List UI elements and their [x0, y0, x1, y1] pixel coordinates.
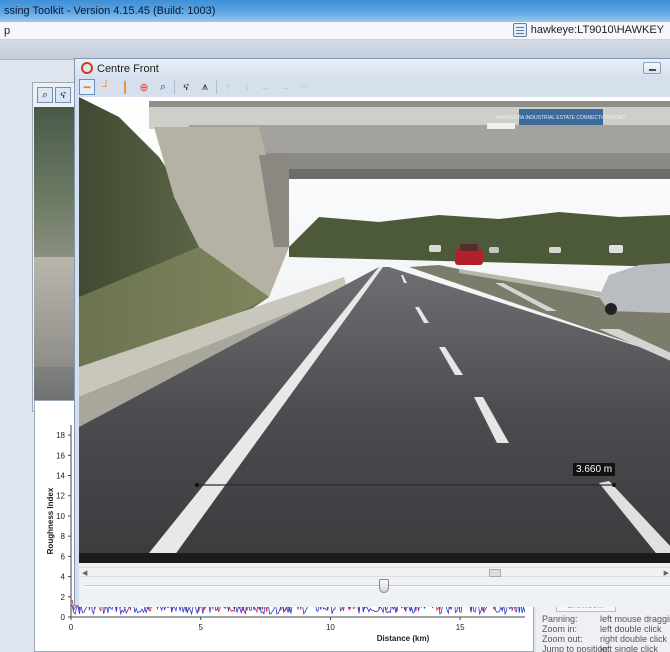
window-title: Centre Front	[97, 63, 159, 75]
road-icon[interactable]: ና	[178, 79, 194, 95]
scroll-left-icon[interactable]: ◀	[82, 569, 87, 577]
arrow-up-icon[interactable]: ↑	[220, 79, 236, 95]
arrow-down-icon[interactable]: ↓	[239, 79, 255, 95]
y-tick-label: 2	[61, 593, 66, 602]
measurement-label: 3.660 m	[573, 463, 616, 476]
app-titlebar: ssing Toolkit - Version 4.15.45 (Build: …	[0, 0, 670, 22]
arrow-left-icon[interactable]: ←	[258, 79, 274, 95]
y-tick-label: 18	[56, 431, 65, 440]
link-icon[interactable]: ⇔	[296, 79, 312, 95]
app-title: ssing Toolkit - Version 4.15.45 (Build: …	[4, 5, 216, 17]
y-tick-label: 0	[61, 613, 66, 622]
road-scene: NARANGBA INDUSTRIAL ESTATE CONNECTION RO…	[79, 97, 670, 563]
connection-label: hawkeye:LT9010\HAWKEY	[530, 24, 664, 36]
menu-help[interactable]: p	[4, 25, 10, 37]
road-sign-text: NARANGBA INDUSTRIAL ESTATE CONNECTION RO…	[496, 115, 626, 121]
zoom-icon[interactable]: ⌕	[37, 87, 53, 103]
help-row: Zoom out: right double click	[542, 634, 668, 644]
y-tick-label: 10	[56, 512, 65, 521]
horizontal-measure-icon[interactable]: ━	[79, 79, 95, 95]
slider-track[interactable]	[85, 585, 670, 587]
horizontal-scrollbar[interactable]: ◀ ▶	[79, 567, 670, 577]
y-tick-label: 12	[56, 492, 65, 501]
slider-knob[interactable]	[378, 579, 389, 593]
measure-toolbar: ━ ┘ ┃ ⊕ ⌕ ና ⩚ ↑ ↓ ← → ⇔	[79, 78, 312, 96]
minimize-button[interactable]	[643, 62, 661, 74]
help-row: Panning:left mouse dragging	[542, 614, 670, 624]
y-tick-label: 6	[61, 552, 66, 561]
x-tick-label: 5	[198, 623, 203, 632]
zoom-icon[interactable]: ⌕	[155, 79, 171, 95]
toolbar-separator	[216, 80, 217, 94]
frame-slider-area: ◀ ▶	[79, 563, 670, 607]
centre-front-titlebar[interactable]: Centre Front	[75, 59, 670, 77]
x-axis-title: Distance (km)	[377, 634, 430, 643]
connection-indicator: hawkeye:LT9010\HAWKEY	[512, 23, 664, 37]
help-row: Zoom in: left double click	[542, 624, 662, 634]
left-toolbar: ⌕ ና	[37, 87, 71, 103]
target-icon[interactable]: ⊕	[136, 79, 152, 95]
y-tick-label: 16	[56, 451, 65, 460]
toolbar-separator	[174, 80, 175, 94]
arrow-right-icon[interactable]: →	[277, 79, 293, 95]
menubar: p hawkeye:LT9010\HAWKEY	[0, 22, 670, 40]
y-axis-title: Roughness Index	[46, 487, 55, 554]
centre-front-window: Centre Front ━ ┘ ┃ ⊕ ⌕ ና ⩚ ↑ ↓ ← → ⇔ NAR…	[74, 58, 670, 607]
y-tick-label: 4	[61, 573, 66, 582]
application-window: ssing Toolkit - Version 4.15.45 (Build: …	[0, 0, 670, 652]
y-tick-label: 8	[61, 532, 66, 541]
scroll-thumb[interactable]	[489, 569, 501, 577]
x-tick-label: 15	[456, 623, 465, 632]
x-tick-label: 10	[326, 623, 335, 632]
y-tick-label: 14	[56, 472, 65, 481]
x-tick-label: 0	[69, 623, 74, 632]
road-video-frame[interactable]: NARANGBA INDUSTRIAL ESTATE CONNECTION RO…	[79, 97, 670, 563]
area-icon[interactable]: ⩚	[197, 79, 213, 95]
database-icon	[512, 23, 527, 37]
road-icon[interactable]: ና	[55, 87, 71, 103]
vertical-measure-icon[interactable]: ┃	[117, 79, 133, 95]
camera-icon	[81, 62, 93, 74]
help-row: Jump to position:left single click	[542, 644, 659, 652]
main-toolbar	[0, 40, 670, 60]
scroll-right-icon[interactable]: ▶	[664, 569, 669, 577]
corner-measure-icon[interactable]: ┘	[98, 79, 114, 95]
